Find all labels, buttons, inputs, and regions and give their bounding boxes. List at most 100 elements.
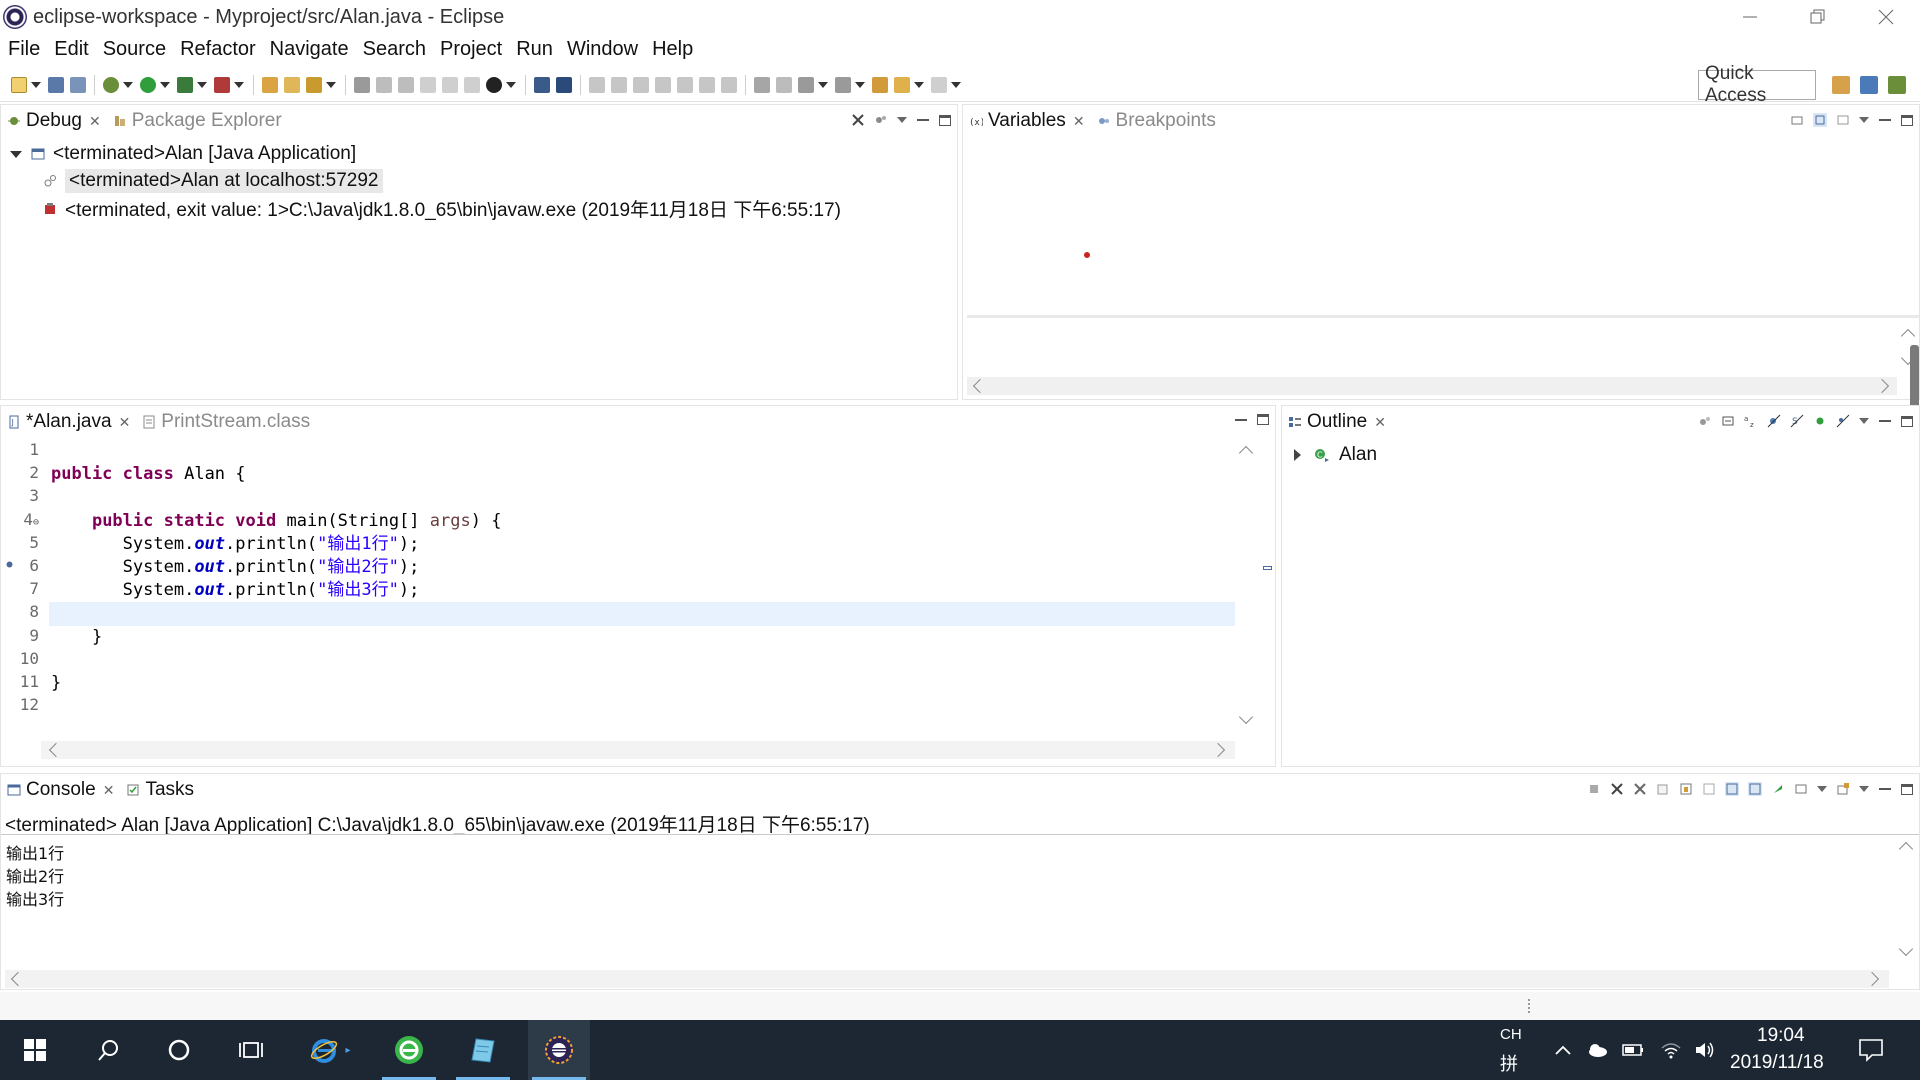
forward-icon[interactable] xyxy=(931,76,947,93)
show-console-on-stderr-icon[interactable] xyxy=(1748,782,1762,796)
current-code-line[interactable] xyxy=(49,602,1235,626)
focus-active-task-icon[interactable] xyxy=(1698,414,1712,428)
menu-edit[interactable]: Edit xyxy=(54,38,88,61)
word-wrap-icon[interactable] xyxy=(442,76,458,93)
view-menu-dropdown-icon[interactable] xyxy=(1859,117,1869,123)
debug-perspective-icon[interactable] xyxy=(1860,76,1878,94)
code-line[interactable]: } xyxy=(51,626,1235,649)
code-line[interactable]: public class Alan { xyxy=(51,463,1235,486)
taskbar-eclipse-app[interactable] xyxy=(528,1020,590,1080)
hide-static-icon[interactable]: S xyxy=(1790,414,1804,428)
save-icon[interactable] xyxy=(48,76,64,93)
code-line[interactable] xyxy=(51,486,1235,509)
disconnect-icon[interactable] xyxy=(655,76,671,93)
scroll-lock-icon[interactable] xyxy=(1679,782,1693,796)
show-console-on-stdout-icon[interactable] xyxy=(1725,782,1739,796)
variables-detail-hscroll[interactable] xyxy=(967,377,1897,395)
console-vscroll[interactable] xyxy=(1897,836,1915,966)
close-icon[interactable]: ✕ xyxy=(103,782,115,799)
code-line[interactable] xyxy=(51,440,1235,463)
external-tools-icon[interactable] xyxy=(214,76,230,93)
view-menu-dropdown-icon[interactable] xyxy=(1859,418,1869,424)
menu-project[interactable]: Project xyxy=(440,38,502,61)
overview-ruler-marker[interactable] xyxy=(1263,566,1272,570)
battery-icon[interactable] xyxy=(1622,1040,1644,1060)
skip-breakpoints-icon[interactable] xyxy=(556,76,572,93)
view-menu-dropdown-icon[interactable] xyxy=(897,117,907,123)
next-edit-icon[interactable] xyxy=(798,76,814,93)
tab-outline[interactable]: Outline ✕ xyxy=(1282,406,1392,438)
clear-console-icon[interactable] xyxy=(1656,782,1670,796)
tab-breakpoints[interactable]: Breakpoints xyxy=(1091,105,1222,137)
word-wrap-icon[interactable] xyxy=(1702,782,1716,796)
hide-local-types-icon[interactable] xyxy=(1836,414,1850,428)
search-dropdown-icon[interactable] xyxy=(326,81,336,88)
collapsed-chevron-icon[interactable] xyxy=(1294,449,1301,461)
scroll-right-icon[interactable] xyxy=(1864,971,1880,987)
open-perspective-icon[interactable] xyxy=(1832,76,1850,94)
remove-all-terminated-icon[interactable] xyxy=(851,113,865,127)
maximize-editor-button[interactable] xyxy=(1257,414,1269,425)
close-icon[interactable]: ✕ xyxy=(1073,113,1085,130)
open-console-dropdown-icon[interactable] xyxy=(1859,786,1869,792)
display-selected-console-icon[interactable] xyxy=(1794,782,1808,796)
open-console-icon[interactable] xyxy=(1836,782,1850,796)
debug-run-icon[interactable] xyxy=(103,76,119,93)
toggle-breadcrumb-icon[interactable] xyxy=(354,76,370,93)
scroll-up-icon[interactable] xyxy=(1900,328,1916,344)
tab-console[interactable]: Console ✕ xyxy=(1,774,120,806)
maximize-view-button[interactable] xyxy=(939,114,951,126)
wifi-icon[interactable] xyxy=(1660,1040,1682,1060)
forward-dropdown-icon[interactable] xyxy=(951,81,961,88)
code-line[interactable]: System.out.println("输出1行"); xyxy=(51,533,1235,556)
last-edit-location-icon[interactable] xyxy=(872,76,888,93)
back-dropdown-icon[interactable] xyxy=(914,81,924,88)
maximize-view-button[interactable] xyxy=(1901,783,1913,795)
step-over-icon[interactable] xyxy=(699,76,715,93)
show-type-names-icon[interactable] xyxy=(1790,113,1804,127)
console-output[interactable]: 输出1行 输出2行 输出3行 xyxy=(6,840,64,909)
display-console-dropdown-icon[interactable] xyxy=(1817,786,1827,792)
scroll-right-icon[interactable] xyxy=(1874,378,1890,394)
tab-printstream-class[interactable]: PrintStream.class xyxy=(136,406,316,438)
menu-window[interactable]: Window xyxy=(567,38,638,61)
coverage-dropdown-icon[interactable] xyxy=(197,81,207,88)
search-button[interactable] xyxy=(76,1020,142,1080)
tree-item-process[interactable]: <terminated, exit value: 1>C:\Java\jdk1.… xyxy=(43,195,841,222)
menu-search[interactable]: Search xyxy=(363,38,426,61)
run-dropdown-icon[interactable] xyxy=(160,81,170,88)
detail-pane-sash[interactable] xyxy=(967,315,1919,318)
scroll-up-icon[interactable] xyxy=(1898,841,1914,857)
show-whitespace-icon[interactable] xyxy=(420,76,436,93)
suspend-icon[interactable] xyxy=(611,76,627,93)
debug-dropdown-icon[interactable] xyxy=(123,81,133,88)
scroll-down-icon[interactable] xyxy=(1238,709,1254,725)
pin-console-icon[interactable] xyxy=(1771,782,1785,796)
show-selected-icon[interactable] xyxy=(464,76,480,93)
menu-file[interactable]: File xyxy=(8,38,40,61)
collapse-all-icon[interactable] xyxy=(1836,113,1850,127)
show-hidden-icons-icon[interactable] xyxy=(1552,1040,1574,1060)
remove-launch-icon[interactable] xyxy=(1610,782,1624,796)
scroll-left-icon[interactable] xyxy=(972,378,988,394)
maximize-view-button[interactable] xyxy=(1901,114,1913,126)
java-perspective-icon[interactable] xyxy=(1888,76,1906,94)
code-line[interactable] xyxy=(51,695,1235,718)
view-menu-icon[interactable] xyxy=(874,113,888,127)
clock-date[interactable]: 2019/11/18 xyxy=(1730,1052,1824,1074)
run-icon[interactable] xyxy=(140,76,156,93)
hide-non-public-icon[interactable] xyxy=(1813,414,1827,428)
scroll-down-icon[interactable] xyxy=(1898,941,1914,957)
minimize-view-button[interactable] xyxy=(1879,119,1891,121)
open-resource-icon[interactable] xyxy=(284,76,300,93)
clock-time[interactable]: 19:04 xyxy=(1757,1025,1805,1047)
console-view-icon[interactable] xyxy=(534,76,550,93)
taskbar-browser-app[interactable] xyxy=(378,1020,440,1080)
tree-item-application[interactable]: <terminated>Alan [Java Application] xyxy=(10,143,356,165)
outline-item-alan[interactable]: C Alan xyxy=(1294,444,1377,466)
minimize-view-button[interactable] xyxy=(917,119,929,121)
maximize-view-button[interactable] xyxy=(1901,415,1913,427)
resume-icon[interactable] xyxy=(589,76,605,93)
menu-help[interactable]: Help xyxy=(652,38,693,61)
editor-hscroll[interactable] xyxy=(41,741,1235,759)
